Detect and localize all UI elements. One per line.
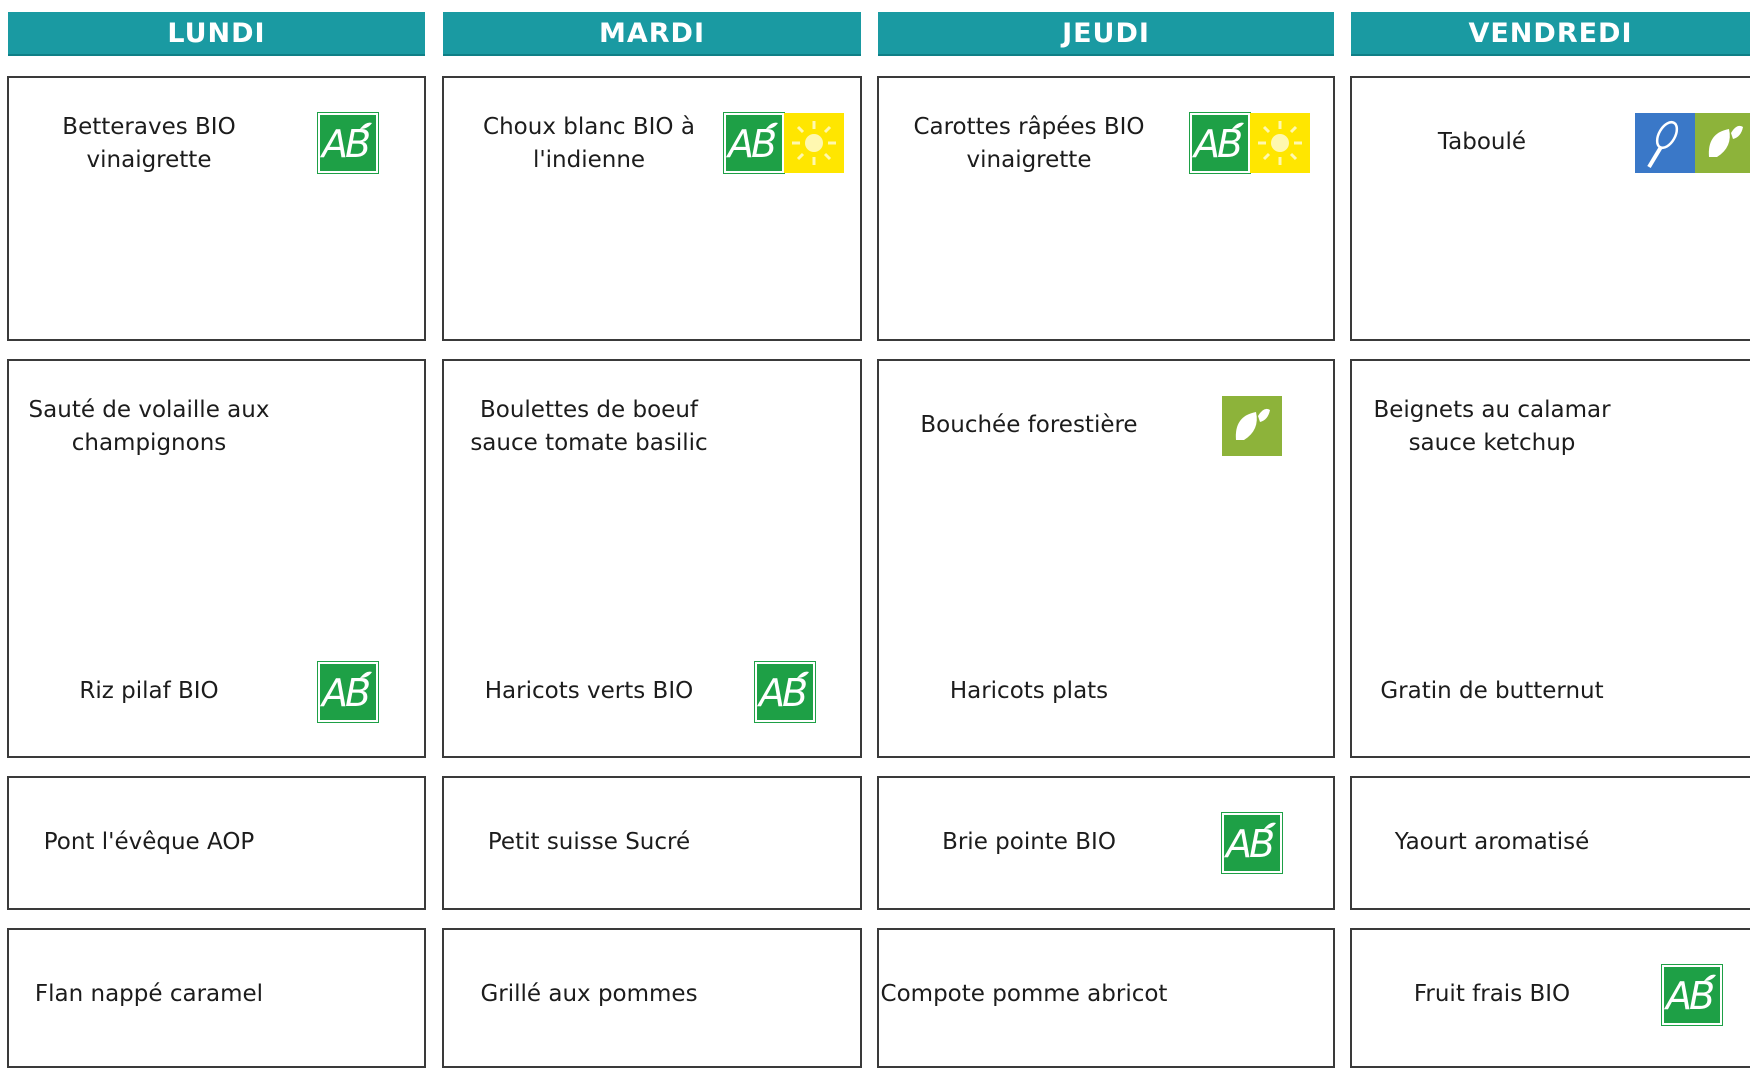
dish-line: Flan nappé caramel bbox=[34, 981, 264, 1007]
dish-line: Sauté de volaille aux bbox=[28, 397, 270, 423]
cell-jeudi-entree: Carottes râpées BIO vinaigrette AB bbox=[877, 76, 1335, 341]
cell-jeudi-plat: Bouchée forestière Haricots plats bbox=[877, 359, 1335, 758]
dish-line: Carottes râpées BIO bbox=[913, 114, 1145, 140]
ab-bio-icon: AB bbox=[723, 112, 785, 174]
leaf-vegetarian-icon bbox=[1222, 396, 1282, 456]
dish-line: Pont l'évêque AOP bbox=[43, 829, 255, 855]
dish-jeudi-accompagnement: Haricots plats bbox=[899, 675, 1159, 708]
dish-line: sauce tomate basilic bbox=[470, 430, 708, 456]
dish-jeudi-fromage: Brie pointe BIO bbox=[899, 826, 1159, 859]
cell-vendredi-entree: Taboulé bbox=[1350, 76, 1750, 341]
dish-vendredi-entree: Taboulé bbox=[1372, 126, 1592, 159]
cell-lundi-fromage: Pont l'évêque AOP bbox=[7, 776, 426, 910]
dish-lundi-entree: Betteraves BIO vinaigrette bbox=[39, 111, 259, 177]
dish-line: Yaourt aromatisé bbox=[1394, 829, 1590, 855]
dish-lundi-plat: Sauté de volaille aux champignons bbox=[19, 394, 279, 460]
dish-line: Petit suisse Sucré bbox=[487, 829, 691, 855]
day-header-vendredi: VENDREDI bbox=[1351, 12, 1750, 56]
dish-vendredi-plat: Beignets au calamar sauce ketchup bbox=[1362, 394, 1622, 460]
dish-mardi-plat: Boulettes de boeuf sauce tomate basilic bbox=[459, 394, 719, 460]
cell-jeudi-fromage: Brie pointe BIO AB bbox=[877, 776, 1335, 910]
dish-line: Haricots verts BIO bbox=[484, 678, 694, 704]
ab-bio-icon: AB bbox=[1221, 812, 1283, 874]
day-header-jeudi: JEUDI bbox=[878, 12, 1334, 56]
ab-bio-icon: AB bbox=[1189, 112, 1251, 174]
dish-jeudi-entree: Carottes râpées BIO vinaigrette bbox=[899, 111, 1159, 177]
dish-line: sauce ketchup bbox=[1408, 430, 1576, 456]
dish-line: Gratin de butternut bbox=[1380, 678, 1604, 704]
dish-line: Haricots plats bbox=[949, 678, 1109, 704]
ab-bio-icon: AB bbox=[1661, 964, 1723, 1026]
cell-mardi-plat: Boulettes de boeuf sauce tomate basilic … bbox=[442, 359, 862, 758]
dish-line: l'indienne bbox=[532, 147, 646, 173]
cell-mardi-fromage: Petit suisse Sucré bbox=[442, 776, 862, 910]
dish-jeudi-dessert: Compote pomme abricot bbox=[879, 978, 1169, 1011]
sun-seasonal-icon bbox=[1250, 113, 1310, 173]
dish-line: Boulettes de boeuf bbox=[479, 397, 698, 423]
cell-lundi-plat: Sauté de volaille aux champignons Riz pi… bbox=[7, 359, 426, 758]
dish-mardi-entree: Choux blanc BIO à l'indienne bbox=[459, 111, 719, 177]
dish-line: Choux blanc BIO à bbox=[483, 114, 695, 140]
dish-line: Grillé aux pommes bbox=[480, 981, 698, 1007]
whisk-homemade-icon bbox=[1635, 113, 1695, 173]
dish-line: Brie pointe BIO bbox=[942, 829, 1116, 855]
ab-bio-icon: AB bbox=[317, 661, 379, 723]
leaf-vegetarian-icon bbox=[1695, 113, 1750, 173]
dish-mardi-dessert: Grillé aux pommes bbox=[459, 978, 719, 1011]
dish-line: vinaigrette bbox=[966, 147, 1092, 173]
cell-lundi-dessert: Flan nappé caramel bbox=[7, 928, 426, 1068]
dish-lundi-accompagnement: Riz pilaf BIO bbox=[39, 675, 259, 708]
dish-line: Bouchée forestière bbox=[920, 412, 1138, 438]
cell-mardi-dessert: Grillé aux pommes bbox=[442, 928, 862, 1068]
cell-mardi-entree: Choux blanc BIO à l'indienne AB bbox=[442, 76, 862, 341]
dish-line: Compote pomme abricot bbox=[880, 981, 1168, 1007]
dish-mardi-fromage: Petit suisse Sucré bbox=[459, 826, 719, 859]
sun-seasonal-icon bbox=[784, 113, 844, 173]
cell-vendredi-dessert: Fruit frais BIO AB bbox=[1350, 928, 1750, 1068]
ab-bio-icon: AB bbox=[754, 661, 816, 723]
dish-line: Taboulé bbox=[1437, 129, 1527, 155]
dish-line: Beignets au calamar bbox=[1373, 397, 1611, 423]
dish-line: Betteraves BIO bbox=[62, 114, 236, 140]
dish-vendredi-fromage: Yaourt aromatisé bbox=[1362, 826, 1622, 859]
ab-bio-icon: AB bbox=[317, 112, 379, 174]
dish-vendredi-accompagnement: Gratin de butternut bbox=[1362, 675, 1622, 708]
cell-jeudi-dessert: Compote pomme abricot bbox=[877, 928, 1335, 1068]
dish-jeudi-plat: Bouchée forestière bbox=[899, 409, 1159, 442]
dish-mardi-accompagnement: Haricots verts BIO bbox=[459, 675, 719, 708]
dish-line: vinaigrette bbox=[86, 147, 212, 173]
dish-line: Riz pilaf BIO bbox=[79, 678, 219, 704]
dish-lundi-dessert: Flan nappé caramel bbox=[29, 978, 269, 1011]
dish-lundi-fromage: Pont l'évêque AOP bbox=[29, 826, 269, 859]
day-header-lundi: LUNDI bbox=[8, 12, 425, 56]
dish-line: champignons bbox=[71, 430, 227, 456]
cell-vendredi-fromage: Yaourt aromatisé bbox=[1350, 776, 1750, 910]
day-header-mardi: MARDI bbox=[443, 12, 861, 56]
cell-lundi-entree: Betteraves BIO vinaigrette AB bbox=[7, 76, 426, 341]
cell-vendredi-plat: Beignets au calamar sauce ketchup Gratin… bbox=[1350, 359, 1750, 758]
dish-line: Fruit frais BIO bbox=[1413, 981, 1571, 1007]
dish-vendredi-dessert: Fruit frais BIO bbox=[1362, 978, 1622, 1011]
